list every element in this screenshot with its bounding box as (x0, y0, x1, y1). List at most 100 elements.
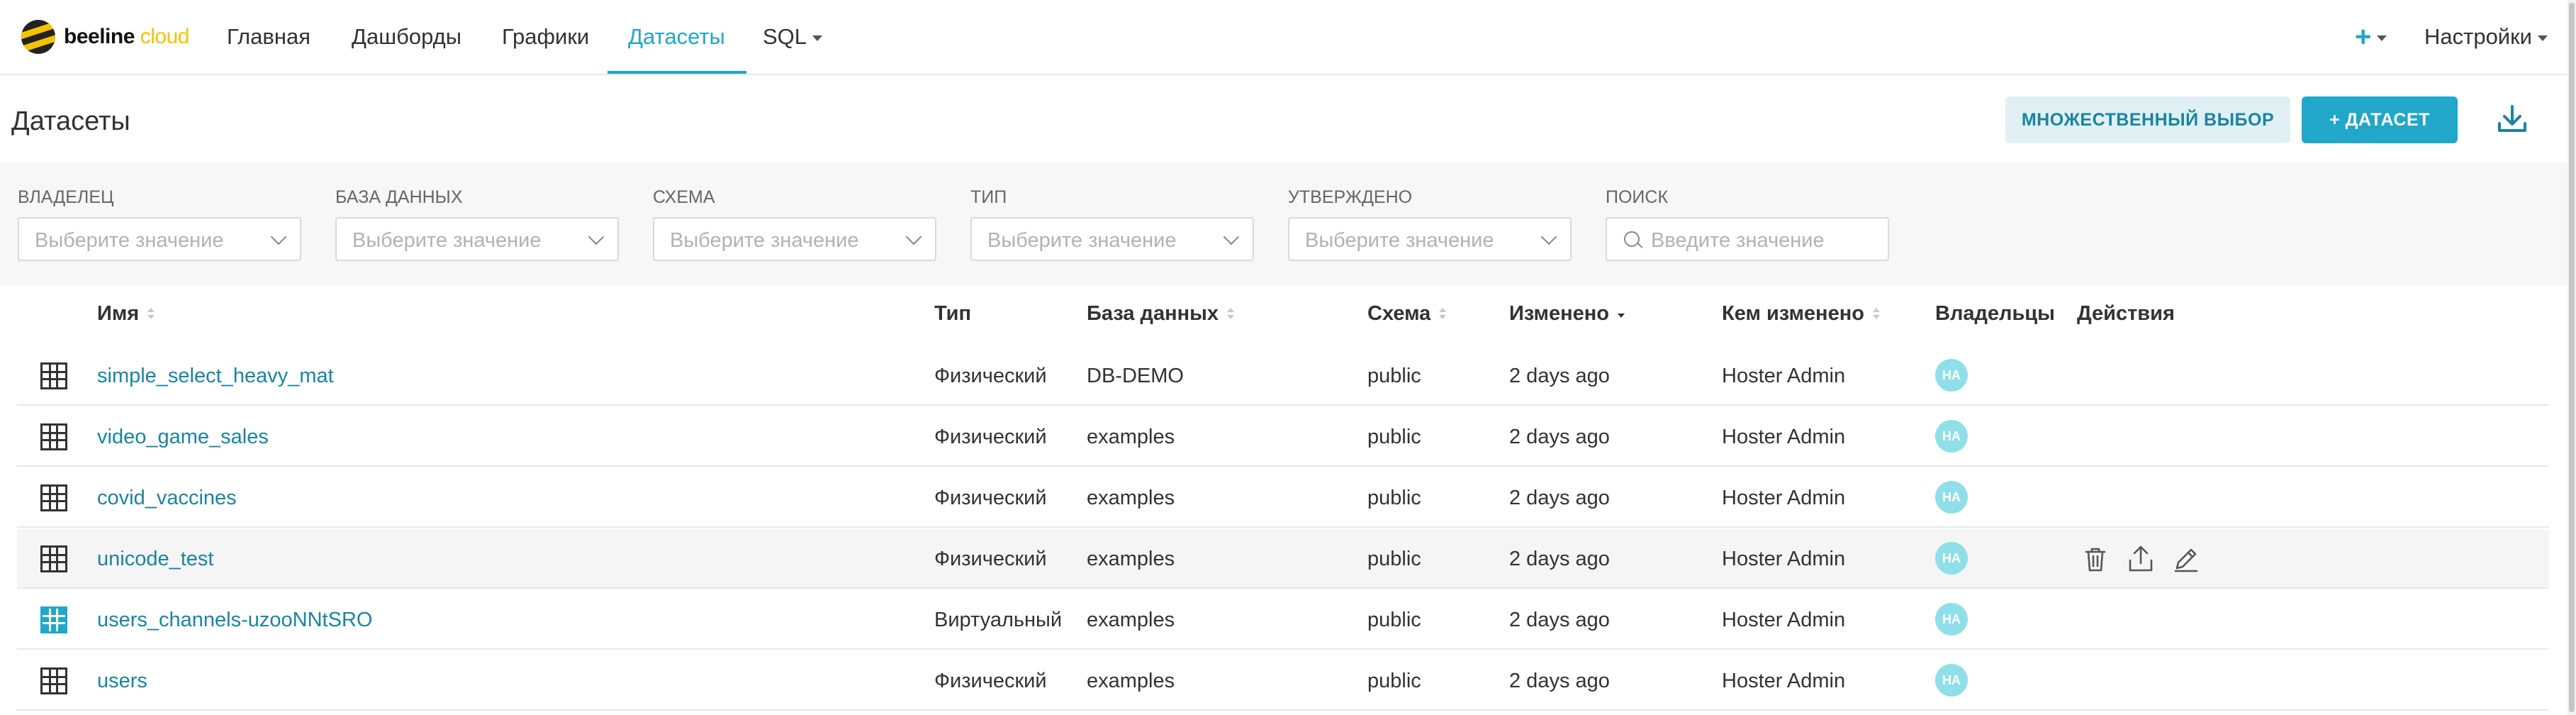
top-navbar: beeline cloud Главная Дашборды Графики Д… (0, 0, 2576, 75)
owner-avatar[interactable]: HA (1935, 603, 1968, 636)
chevron-down-icon (1223, 228, 1240, 245)
search-input[interactable]: Введите значение (1606, 217, 1889, 261)
table-icon (40, 545, 67, 572)
sort-desc-icon (1618, 308, 1625, 321)
table-row[interactable]: covid_vaccines Физический examples publi… (17, 468, 2549, 528)
filter-certified-placeholder: Выберите значение (1305, 229, 1494, 252)
column-header-changed-by-label: Кем изменено (1722, 302, 1864, 325)
dataset-schema: public (1367, 609, 1421, 631)
column-header-schema[interactable]: Схема (1367, 302, 1447, 326)
sort-icon (1227, 308, 1235, 321)
chevron-down-icon (270, 228, 287, 245)
table-icon (40, 667, 67, 694)
filter-schema-select[interactable]: Выберите значение (653, 217, 936, 261)
caret-down-icon (812, 35, 823, 41)
nav-item-sql[interactable]: SQL (763, 0, 823, 74)
download-icon[interactable] (2495, 102, 2529, 136)
filter-database-label: БАЗА ДАННЫХ (335, 187, 463, 207)
table-row[interactable]: simple_select_heavy_mat Физический DB-DE… (17, 346, 2549, 406)
owner-avatar[interactable]: HA (1935, 542, 1968, 575)
active-tab-indicator (607, 71, 746, 74)
sort-icon (1439, 308, 1447, 321)
table-row[interactable]: video_game_sales Физический examples pub… (17, 407, 2549, 467)
column-header-name[interactable]: Имя (97, 302, 155, 326)
scrollbar-thumb[interactable] (2569, 3, 2575, 712)
virtual-table-icon (40, 606, 67, 633)
owner-avatar[interactable]: HA (1935, 420, 1968, 453)
nav-item-datasets[interactable]: Датасеты (628, 0, 725, 74)
nav-item-dashboards[interactable]: Дашборды (352, 0, 461, 74)
table-icon (40, 423, 67, 450)
filter-certified-select[interactable]: Выберите значение (1288, 217, 1572, 261)
filters-bar: ВЛАДЕЛЕЦ Выберите значение БАЗА ДАННЫХ В… (0, 163, 2567, 285)
dataset-changed: 2 days ago (1509, 670, 1610, 692)
filter-database-placeholder: Выберите значение (352, 229, 542, 252)
column-header-changed-label: Изменено (1509, 302, 1609, 325)
column-header-database[interactable]: База данных (1087, 302, 1235, 326)
dataset-name-link[interactable]: video_game_sales (97, 426, 269, 449)
chevron-down-icon (905, 228, 922, 245)
dataset-schema: public (1367, 670, 1421, 692)
add-dataset-button[interactable]: + ДАТАСЕТ (2302, 96, 2458, 143)
nav-item-charts[interactable]: Графики (502, 0, 589, 74)
sort-icon (147, 308, 155, 321)
dataset-database: examples (1087, 487, 1175, 509)
page-header: Датасеты МНОЖЕСТВЕННЫЙ ВЫБОР + ДАТАСЕТ (0, 75, 2567, 163)
dataset-name-link[interactable]: users_channels-uzooNNtSRO (97, 609, 372, 632)
table-icon (40, 362, 67, 389)
brand-suffix: cloud (140, 25, 190, 48)
dataset-schema: public (1367, 548, 1421, 570)
owner-avatar[interactable]: HA (1935, 359, 1968, 392)
plus-icon: + (2355, 21, 2372, 52)
filter-type-select[interactable]: Выберите значение (970, 217, 1254, 261)
dataset-name-link[interactable]: users (97, 670, 147, 693)
dataset-type: Виртуальный (934, 609, 1063, 631)
table-row[interactable]: users_channels-uzooNNtSRO Виртуальный ex… (17, 590, 2549, 650)
owner-avatar[interactable]: HA (1935, 664, 1968, 697)
dataset-database: examples (1087, 609, 1175, 631)
share-icon[interactable] (2125, 543, 2156, 575)
dataset-database: examples (1087, 426, 1175, 448)
chevron-down-icon (1540, 228, 1557, 245)
dataset-schema: public (1367, 487, 1421, 509)
dataset-type: Физический (934, 548, 1047, 570)
owner-avatar[interactable]: HA (1935, 481, 1968, 514)
sort-icon (1872, 308, 1880, 321)
brand-logo[interactable]: beeline cloud (21, 18, 189, 55)
filter-owner-placeholder: Выберите значение (35, 229, 224, 252)
dataset-database: examples (1087, 670, 1175, 692)
dataset-changed: 2 days ago (1509, 548, 1610, 570)
dataset-changed: 2 days ago (1509, 426, 1610, 448)
dataset-type: Физический (934, 670, 1047, 692)
caret-down-icon (2377, 35, 2387, 42)
dataset-changed: 2 days ago (1509, 365, 1610, 387)
column-header-owners: Владельцы (1935, 302, 2055, 325)
dataset-type: Физический (934, 426, 1047, 448)
table-row[interactable]: unicode_test Физический examples public … (17, 529, 2549, 589)
beeline-logo-icon (21, 20, 55, 54)
filter-schema-label: СХЕМА (653, 187, 715, 207)
dataset-name-link[interactable]: unicode_test (97, 548, 213, 571)
filter-schema-placeholder: Выберите значение (670, 229, 859, 252)
filter-owner-select[interactable]: Выберите значение (18, 217, 301, 261)
table-row[interactable]: users Физический examples public 2 days … (17, 651, 2549, 711)
new-menu-button[interactable]: + (2355, 0, 2387, 74)
multi-select-button[interactable]: МНОЖЕСТВЕННЫЙ ВЫБОР (2005, 96, 2290, 143)
column-header-changed[interactable]: Изменено (1509, 302, 1625, 326)
dataset-changed-by: Hoster Admin (1722, 609, 1846, 631)
dataset-name-link[interactable]: covid_vaccines (97, 487, 237, 510)
dataset-name-link[interactable]: simple_select_heavy_mat (97, 365, 334, 388)
dataset-database: DB-DEMO (1087, 365, 1184, 387)
dataset-changed: 2 days ago (1509, 609, 1610, 631)
edit-icon[interactable] (2171, 543, 2202, 575)
caret-down-icon (2538, 35, 2548, 41)
settings-menu[interactable]: Настройки (2424, 0, 2548, 74)
trash-icon[interactable] (2080, 543, 2111, 575)
filter-database-select[interactable]: Выберите значение (335, 217, 619, 261)
row-actions (2080, 543, 2202, 576)
column-header-schema-label: Схема (1367, 302, 1431, 325)
column-header-changed-by[interactable]: Кем изменено (1722, 302, 1880, 326)
column-header-actions: Действия (2077, 302, 2175, 325)
table-header: Имя Тип База данных Схема Изменено Кем и… (17, 285, 2549, 346)
nav-item-home[interactable]: Главная (227, 0, 310, 74)
